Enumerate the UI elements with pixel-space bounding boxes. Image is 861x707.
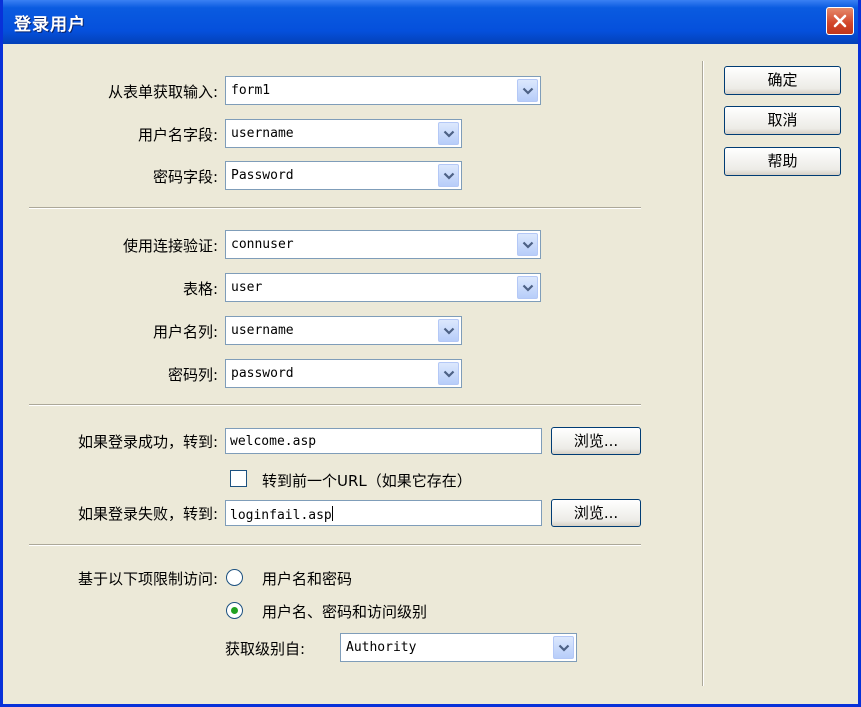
chevron-down-icon [522,241,534,249]
success-redirect-input[interactable]: welcome.asp [225,428,542,454]
password-column-label: 密码列: [167,366,218,384]
dialog-content: 从表单获取输入: form1 用户名字段: username 密码字段: Pas… [6,47,855,701]
fail-browse-button[interactable]: 浏览... [551,499,641,527]
separator [29,207,641,209]
previous-url-checkbox[interactable] [230,470,247,487]
ok-button[interactable]: 确定 [724,66,841,95]
chevron-down-icon [522,87,534,95]
connection-label: 使用连接验证: [122,237,218,255]
form-select-label: 从表单获取输入: [107,83,218,101]
table-value: user [231,280,263,295]
password-field-select[interactable]: Password [225,161,462,190]
chevron-down-icon [558,644,570,652]
form-select[interactable]: form1 [225,76,541,105]
table-dropdown-button[interactable] [517,276,538,299]
password-column-select[interactable]: password [225,359,462,388]
fail-redirect-input[interactable]: loginfail.asp [225,500,542,526]
connection-dropdown-button[interactable] [517,233,538,256]
chevron-down-icon [443,327,455,335]
chevron-down-icon [522,284,534,292]
close-button[interactable] [826,7,854,35]
success-redirect-value: welcome.asp [230,434,317,449]
restrict-username-password-radio[interactable] [226,569,243,586]
level-source-label: 获取级别自: [225,640,306,658]
restrict-with-level-label[interactable]: 用户名、密码和访问级别 [262,601,427,622]
close-icon [833,14,847,28]
chevron-down-icon [443,130,455,138]
username-column-label: 用户名列: [152,323,218,341]
username-column-select[interactable]: username [225,316,462,345]
username-field-select[interactable]: username [225,119,462,148]
level-source-value: Authority [346,640,417,655]
username-column-value: username [231,323,294,338]
separator [29,544,641,546]
password-field-dropdown-button[interactable] [438,164,459,187]
help-button[interactable]: 帮助 [724,147,841,176]
form-select-value: form1 [231,83,271,98]
password-field-label: 密码字段: [152,168,218,186]
fail-redirect-label: 如果登录失败，转到: [77,505,218,523]
previous-url-label[interactable]: 转到前一个URL（如果它存在） [262,470,472,491]
fail-redirect-value: loginfail.asp [230,508,332,523]
table-select[interactable]: user [225,273,541,302]
login-user-dialog: 登录用户 从表单获取输入: form1 用户名字段: username 密码字段… [0,0,861,707]
separator [29,404,641,406]
window-title: 登录用户 [14,15,86,35]
restrict-with-level-radio[interactable] [226,602,243,619]
success-redirect-label: 如果登录成功，转到: [77,433,218,451]
table-label: 表格: [182,280,218,298]
restrict-access-label: 基于以下项限制访问: [77,570,218,588]
password-field-value: Password [231,168,294,183]
cancel-button[interactable]: 取消 [724,106,841,135]
text-caret [331,506,333,521]
success-browse-button[interactable]: 浏览... [551,427,641,455]
password-column-value: password [231,366,294,381]
connection-value: connuser [231,237,294,252]
level-source-dropdown-button[interactable] [553,636,574,659]
restrict-username-password-label[interactable]: 用户名和密码 [262,568,352,589]
password-column-dropdown-button[interactable] [438,362,459,385]
level-source-select[interactable]: Authority [340,633,577,662]
chevron-down-icon [443,370,455,378]
username-field-dropdown-button[interactable] [438,122,459,145]
username-field-label: 用户名字段: [137,126,218,144]
connection-select[interactable]: connuser [225,230,541,259]
title-bar[interactable]: 登录用户 [3,0,858,44]
vertical-separator [702,61,704,686]
form-select-dropdown-button[interactable] [517,79,538,102]
chevron-down-icon [443,172,455,180]
username-column-dropdown-button[interactable] [438,319,459,342]
username-field-value: username [231,126,294,141]
